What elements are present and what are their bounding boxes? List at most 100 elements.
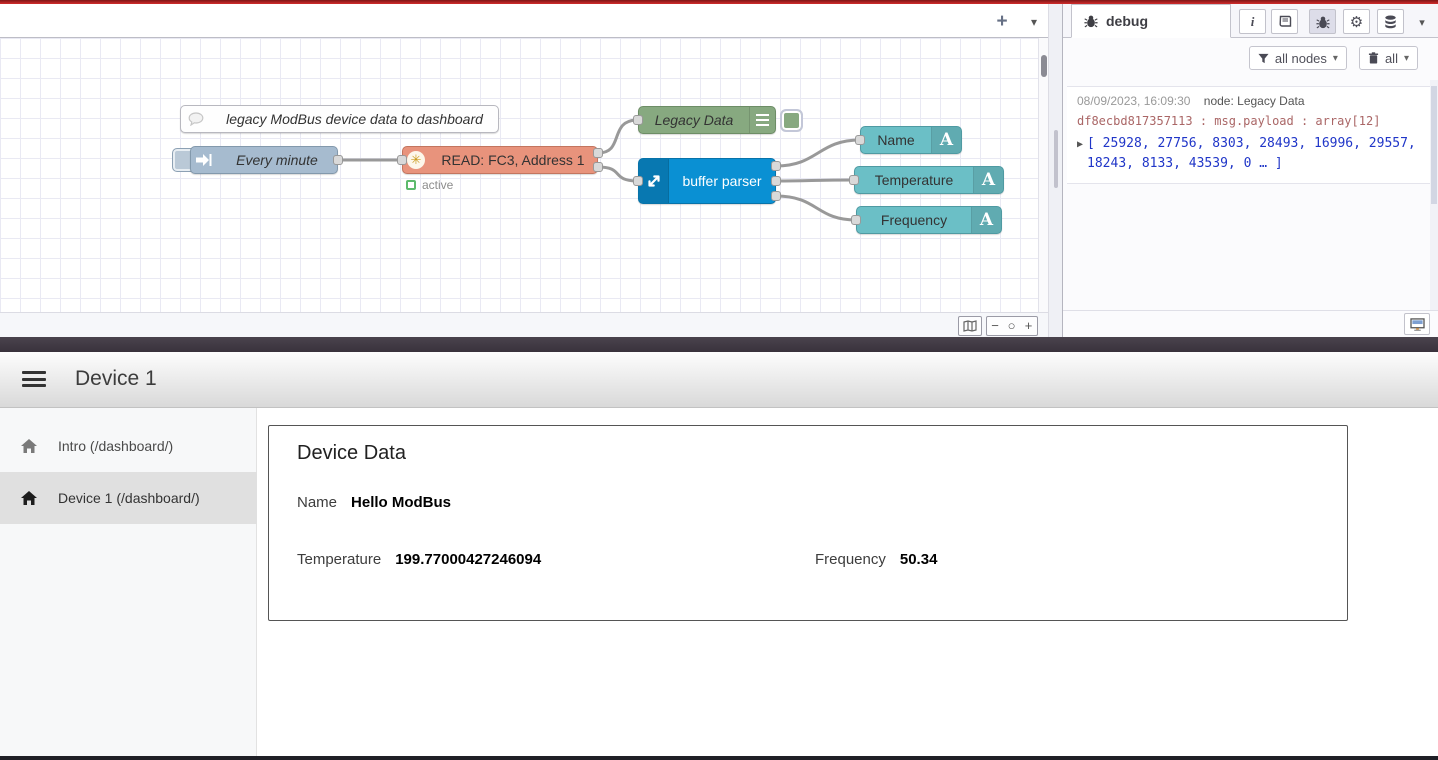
field-name: Name Hello ModBus [297,494,451,511]
chevron-down-icon: ▾ [1333,53,1338,64]
ui-name-input-port[interactable] [855,135,865,145]
menu-hamburger-icon[interactable] [22,369,46,389]
flow-list-chevron-icon[interactable]: ▾ [1022,10,1046,34]
bug-icon [1084,14,1098,28]
wire-parser-to-name[interactable] [776,140,860,166]
modbus-output-port-2[interactable] [593,162,603,172]
flow-canvas[interactable]: legacy ModBus device data to dashboard E… [0,38,1038,312]
filter-nodes-label: all nodes [1275,51,1327,66]
wire-parser-to-temperature[interactable] [776,180,854,181]
home-icon [20,438,38,454]
debug-scrollbar-thumb[interactable] [1431,86,1437,204]
book-icon [1278,15,1292,28]
inject-arrow-icon [191,153,217,167]
sidebar-item-intro[interactable]: Intro (/dashboard/) [0,420,257,472]
clear-messages-button[interactable]: all ▾ [1359,46,1418,70]
modbus-output-port-1[interactable] [593,148,603,158]
debug-node-input-port[interactable] [633,115,643,125]
info-tab-button[interactable]: i [1239,9,1266,34]
debug-timestamp: 08/09/2023, 16:09:30 [1077,94,1190,108]
dashboard-header: Device 1 [0,352,1438,408]
comment-node-label: legacy ModBus device data to dashboard [211,111,498,127]
zoom-reset-button[interactable]: ○ [1003,316,1021,336]
debug-scrollbar[interactable] [1430,80,1438,312]
ui-text-node-name[interactable]: Name A [860,126,962,154]
modbus-read-node[interactable]: ✳ READ: FC3, Address 1 [402,146,598,174]
buffer-parser-label: buffer parser [669,173,775,189]
modbus-status: active [406,178,453,192]
field-label: Frequency [815,551,886,568]
context-data-tab-button[interactable] [1377,9,1404,34]
sidebar-item-label: Device 1 (/dashboard/) [58,490,200,506]
debug-filter-row: all nodes ▾ all ▾ [1063,38,1438,78]
parser-input-port[interactable] [633,176,643,186]
field-label: Name [297,494,337,511]
wire-parser-to-frequency[interactable] [776,196,856,220]
navigator-map-button[interactable] [958,316,982,336]
flow-tab-bar: + ▾ [0,4,1048,38]
window-bottom-edge [0,756,1438,760]
chevron-down-icon: ▾ [1404,53,1409,64]
speech-bubble-icon [181,112,211,126]
clear-messages-label: all [1385,51,1398,66]
dashboard-sidebar: Intro (/dashboard/) Device 1 (/dashboard… [0,408,257,756]
debug-message-header: 08/09/2023, 16:09:30 node: Legacy Data [1077,94,1421,108]
buffer-parser-node[interactable]: buffer parser [638,158,776,204]
sidebar-menu-chevron-icon[interactable]: ▾ [1413,13,1431,31]
wire-modbus-to-parser[interactable] [598,167,638,181]
ui-text-node-frequency[interactable]: Frequency A [856,206,1002,234]
sidebar-splitter[interactable] [1048,4,1062,337]
inject-output-port[interactable] [333,155,343,165]
debug-message-meta: df8ecbd817357113 : msg.payload : array[1… [1077,114,1421,128]
device-data-card: Device Data Name Hello ModBus Temperatur… [268,425,1348,621]
debug-tab-button[interactable] [1309,9,1336,34]
ui-name-label: Name [861,132,931,148]
zoom-in-button[interactable]: + [1020,316,1038,336]
field-temperature: Temperature 199.77000427246094 [297,551,541,568]
ui-frequency-label: Frequency [857,212,971,228]
text-widget-icon: A [971,207,1001,233]
card-title: Device Data [297,442,406,465]
bug-icon [1316,15,1330,29]
ui-temperature-label: Temperature [855,172,973,188]
wire-modbus-to-debug[interactable] [598,120,638,153]
home-icon [20,490,38,506]
splitter-handle[interactable] [1054,130,1058,188]
canvas-vertical-scrollbar[interactable] [1038,38,1048,312]
parser-output-port-2[interactable] [771,176,781,186]
help-tab-button[interactable] [1271,9,1298,34]
gear-icon: ⚙ [1350,13,1363,31]
add-flow-button[interactable]: + [990,10,1014,34]
field-frequency: Frequency 50.34 [815,551,937,568]
trash-icon [1368,52,1379,64]
ui-temperature-input-port[interactable] [849,175,859,185]
parser-output-port-1[interactable] [771,161,781,171]
debug-footer [1063,310,1438,337]
debug-enable-toggle[interactable] [780,109,803,132]
ui-text-node-temperature[interactable]: Temperature A [854,166,1004,194]
comment-node[interactable]: legacy ModBus device data to dashboard [180,105,499,133]
funnel-icon [1258,53,1269,64]
debug-source-node: node: Legacy Data [1204,94,1305,108]
open-debug-window-button[interactable] [1404,313,1430,335]
config-nodes-tab-button[interactable]: ⚙ [1343,9,1370,34]
field-value: Hello ModBus [351,494,451,511]
modbus-input-port[interactable] [397,155,407,165]
expand-payload-caret-icon[interactable]: ▶ [1077,134,1083,174]
debug-node-legacy-data[interactable]: Legacy Data [638,106,776,134]
dashboard-page-title: Device 1 [75,367,157,391]
tab-debug-label: debug [1106,13,1148,29]
sidebar-item-label: Intro (/dashboard/) [58,438,173,454]
text-widget-icon: A [931,127,961,153]
sidebar-item-device-1[interactable]: Device 1 (/dashboard/) [0,472,257,524]
field-value: 199.77000427246094 [395,551,541,568]
filter-nodes-button[interactable]: all nodes ▾ [1249,46,1347,70]
parser-output-port-3[interactable] [771,191,781,201]
debug-sidebar: debug i ⚙ ▾ all nodes ▾ all ▾ [1062,4,1438,337]
ui-frequency-input-port[interactable] [851,215,861,225]
zoom-out-button[interactable]: − [986,316,1004,336]
inject-node[interactable]: Every minute [190,146,338,174]
status-text: active [422,178,453,192]
scrollbar-thumb[interactable] [1041,55,1047,77]
tab-debug[interactable]: debug [1071,4,1231,38]
